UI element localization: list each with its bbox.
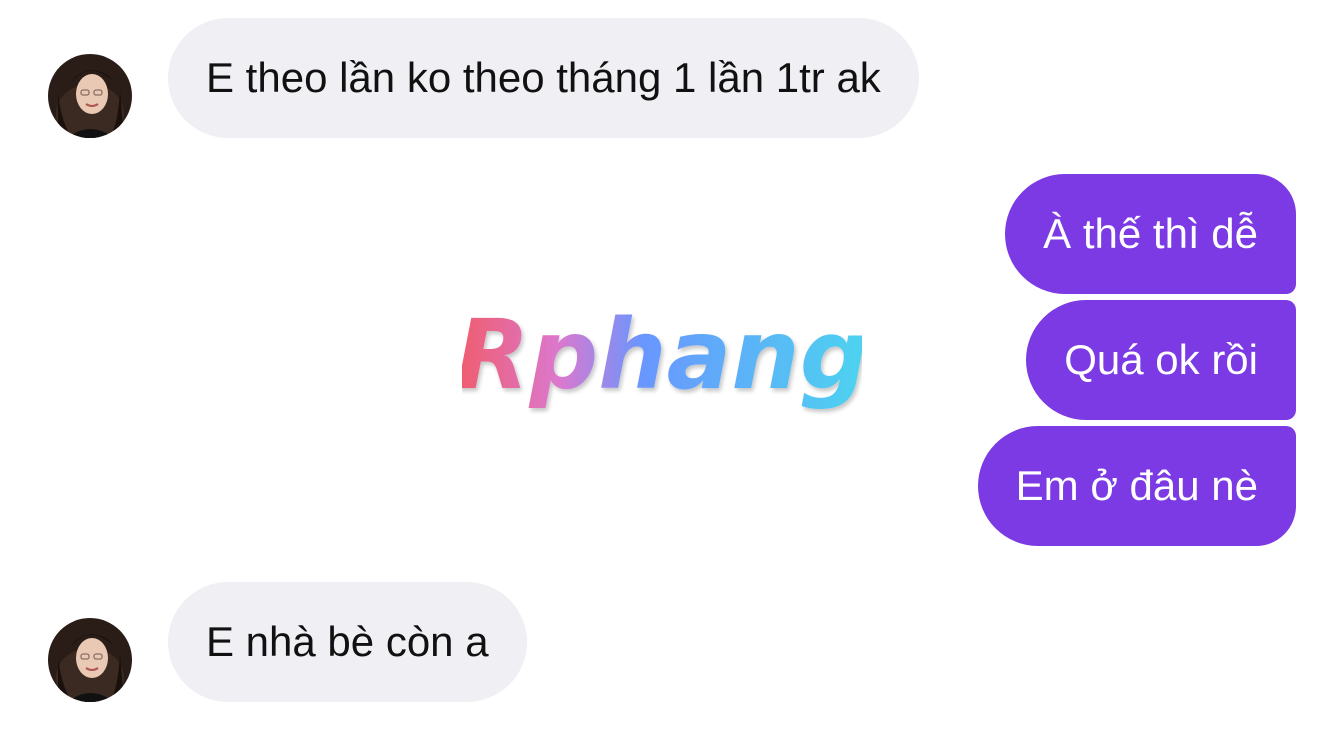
message-text: Quá ok rồi xyxy=(1064,336,1258,383)
watermark-text: Rphang xyxy=(462,306,862,411)
message-bubble-outgoing[interactable]: À thế thì dễ xyxy=(1005,174,1296,294)
contact-photo-icon xyxy=(48,618,132,702)
message-bubble-outgoing[interactable]: Em ở đâu nè xyxy=(977,426,1296,546)
message-bubble-incoming[interactable]: E nhà bè còn a xyxy=(168,582,527,702)
message-text: Em ở đâu nè xyxy=(1015,462,1258,509)
contact-avatar[interactable] xyxy=(48,54,132,138)
contact-avatar[interactable] xyxy=(48,618,132,702)
message-text: À thế thì dễ xyxy=(1043,210,1258,257)
message-text: E theo lần ko theo tháng 1 lần 1tr ak xyxy=(206,54,881,101)
message-bubble-incoming[interactable]: E theo lần ko theo tháng 1 lần 1tr ak xyxy=(168,18,919,138)
contact-photo-icon xyxy=(48,54,132,138)
message-bubble-outgoing[interactable]: Quá ok rồi xyxy=(1026,300,1296,420)
message-text: E nhà bè còn a xyxy=(206,618,489,665)
watermark-logo: Rphang xyxy=(462,306,862,411)
